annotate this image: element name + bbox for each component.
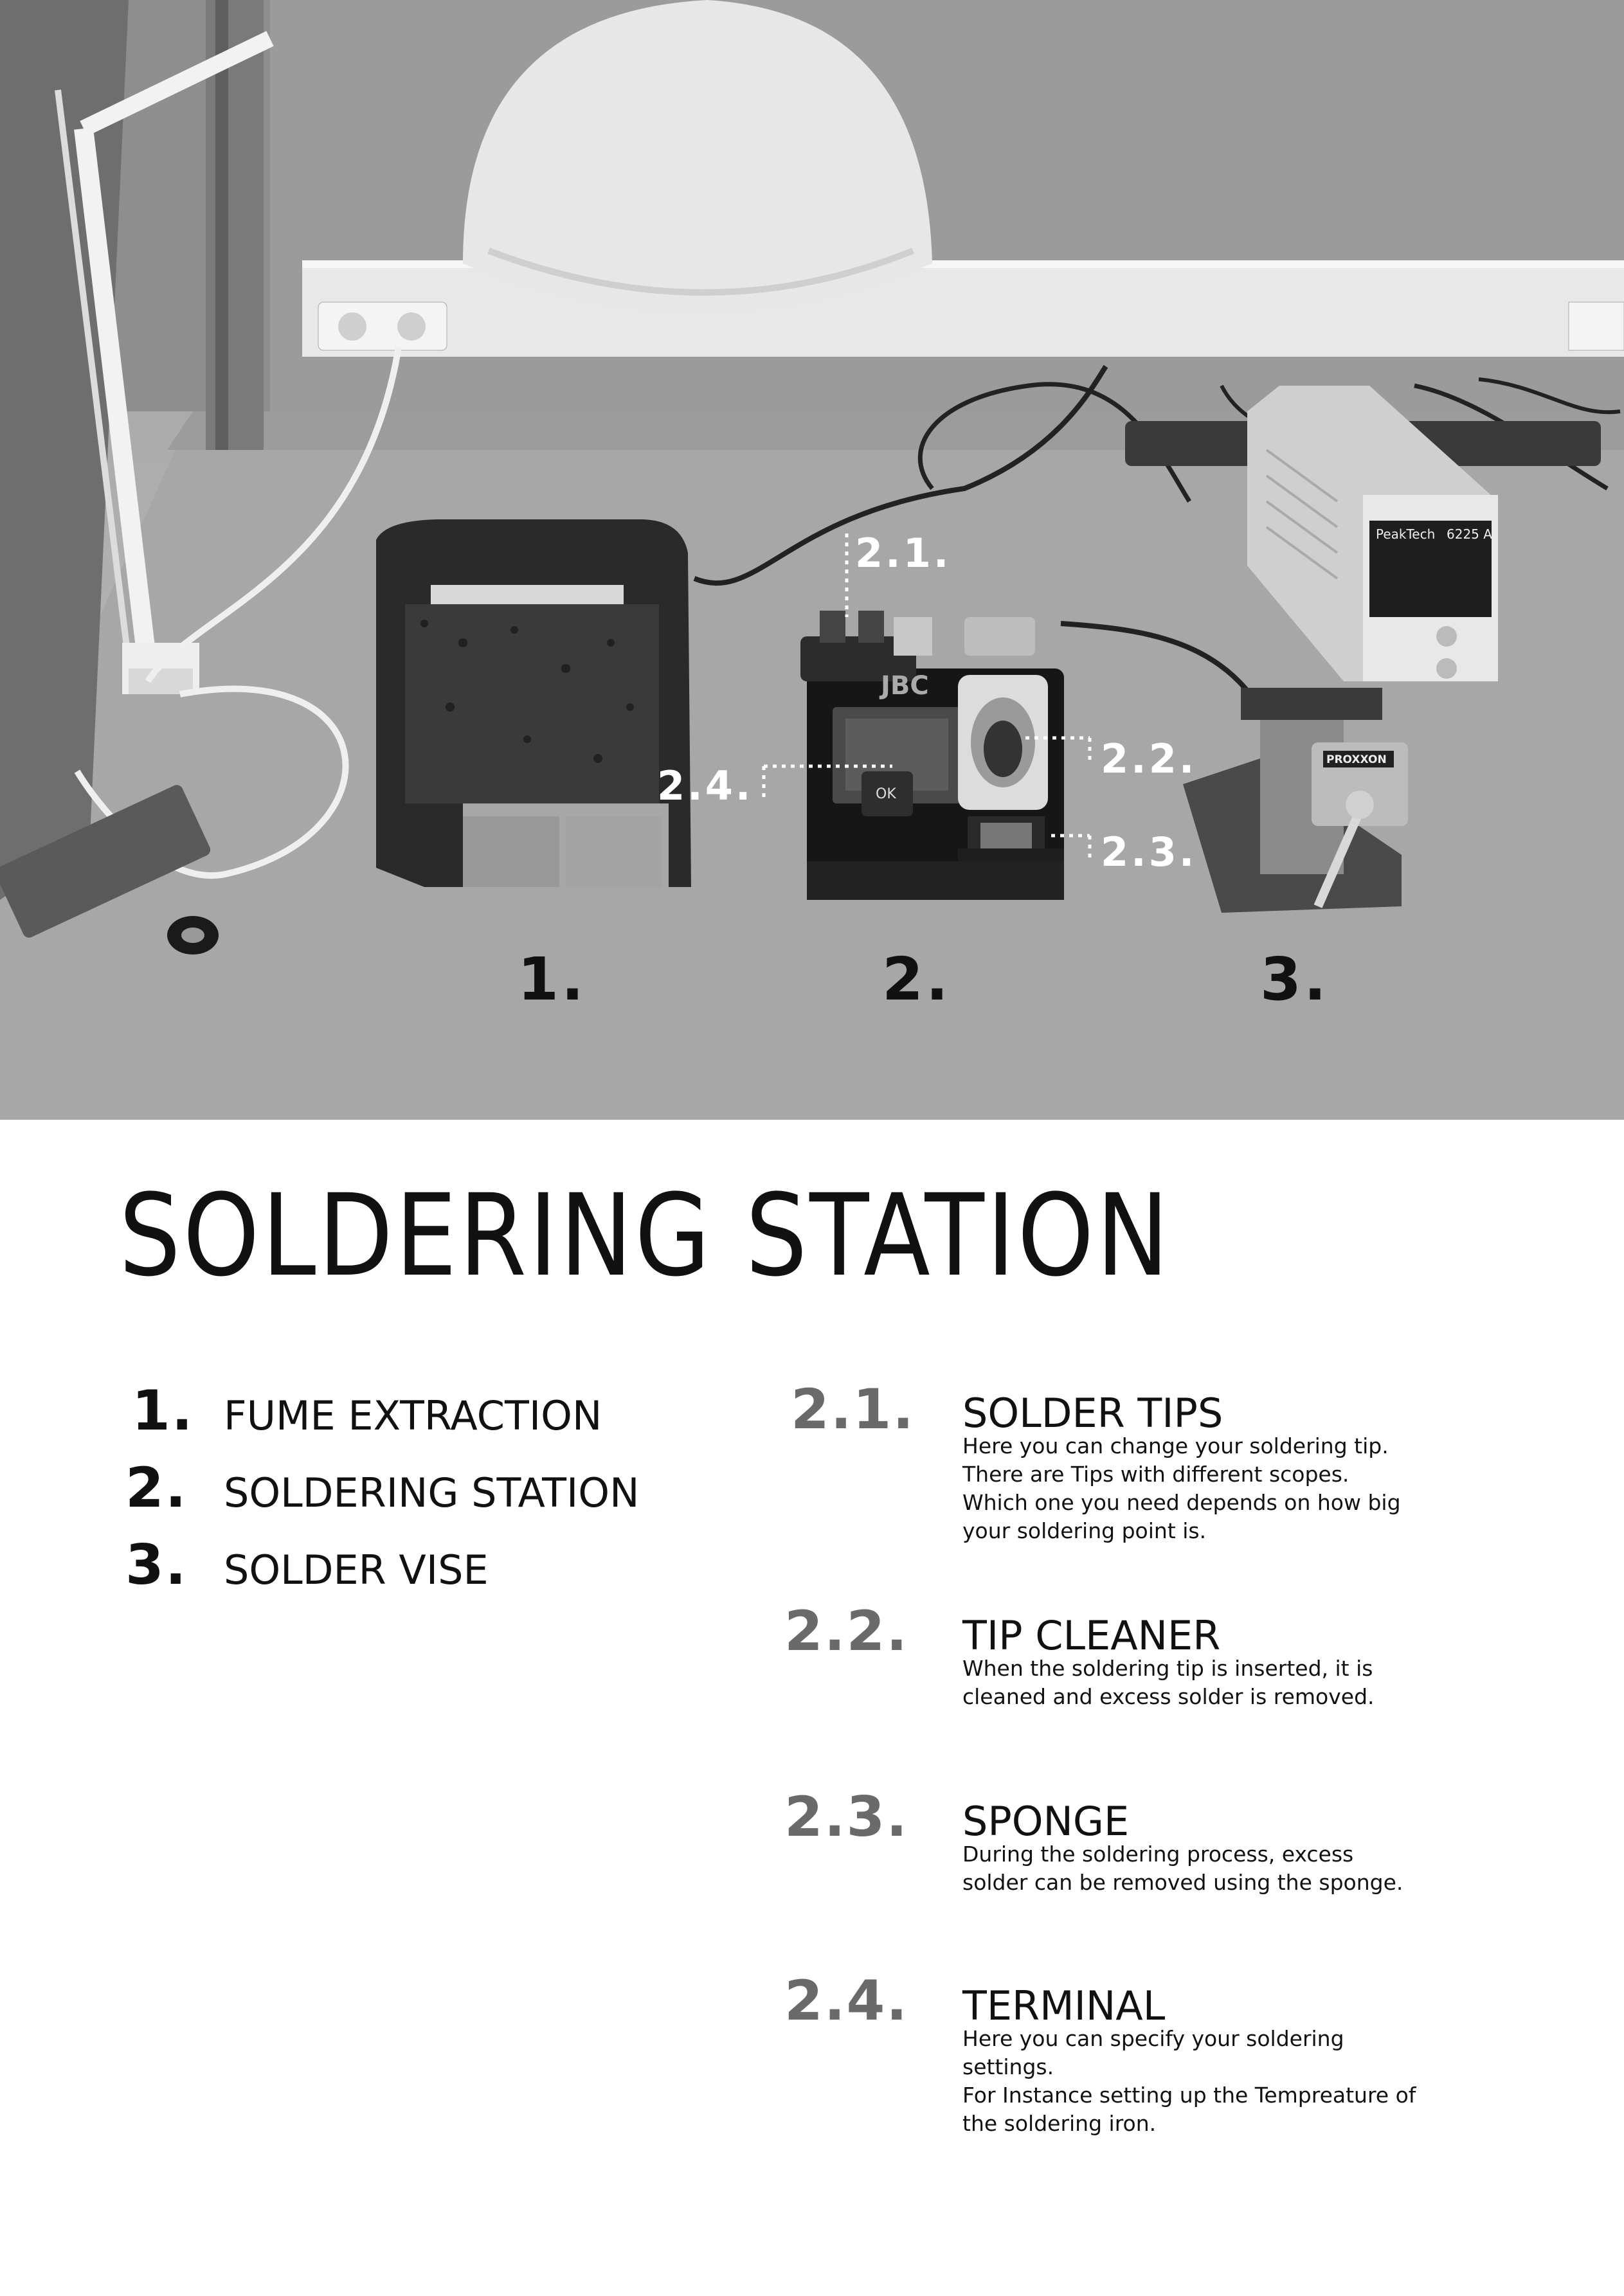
detail-text-2-3: During the soldering process, excess sol… [962,1842,1403,1895]
detail-number-2-3: 2.3. [784,1785,909,1849]
page-title: SOLDERING STATION [119,1170,1171,1302]
vise-brand-label: PROXXON [1326,753,1387,766]
detail-number-2-4: 2.4. [784,1969,909,2033]
detail-text-2-1: Here you can change your soldering tip. … [962,1433,1401,1543]
overview-number-2: 2. [125,1456,188,1520]
photo-number-2: 2. [882,945,951,1014]
detail-heading-2-2: TIP CLEANER [962,1612,1221,1659]
callout-2-1: 2.1. [855,530,952,577]
ok-button-label: OK [876,786,896,802]
detail-heading-2-4: TERMINAL [962,1982,1166,2029]
overview-number-3: 3. [125,1533,188,1597]
detail-heading-2-1: SOLDER TIPS [962,1390,1223,1437]
overview-number-1: 1. [132,1379,194,1443]
callout-2-2: 2.2. [1101,735,1197,782]
callout-2-3: 2.3. [1101,829,1197,875]
photo-illustration: JBC OK PeakTech 6225 A PROXXON [0,0,1624,1120]
psu-model-label: 6225 A [1447,526,1492,542]
overview-label-3: SOLDER VISE [224,1547,489,1593]
psu-brand-label: PeakTech [1376,526,1435,542]
station-brand-label: JBC [879,671,929,701]
detail-number-2-2: 2.2. [784,1599,909,1664]
detail-number-2-1: 2.1. [791,1377,916,1442]
detail-text-2-2: When the soldering tip is inserted, it i… [962,1656,1375,1709]
overview-label-2: SOLDERING STATION [224,1469,640,1516]
detail-text-2-4: Here you can specify your soldering sett… [962,2026,1416,2136]
callout-2-4: 2.4. [657,762,753,809]
photo-number-1: 1. [518,945,586,1014]
photo-number-3: 3. [1260,945,1329,1014]
detail-heading-2-3: SPONGE [962,1798,1130,1845]
workbench-photo: JBC OK PeakTech 6225 A PROXXON 2.1. 2.2.… [0,0,1624,1120]
overview-label-1: FUME EXTRACTION [224,1392,602,1439]
